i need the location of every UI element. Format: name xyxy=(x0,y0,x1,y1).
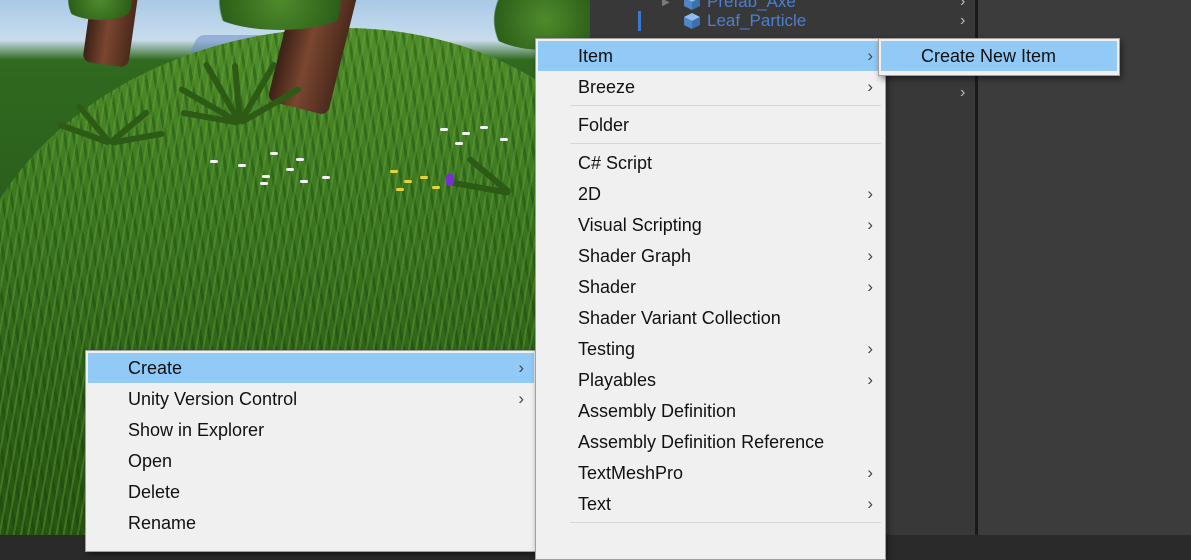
menu-item-label: C# Script xyxy=(578,153,653,173)
menu-item-label: Text xyxy=(578,494,612,514)
menu-item-label: Shader xyxy=(578,277,637,297)
chevron-right-icon[interactable]: › xyxy=(960,0,965,11)
create-submenu: Item › Breeze › Folder C# Script 2D › Vi… xyxy=(535,38,886,560)
menu-item-label: Item xyxy=(578,46,614,66)
menu-item-unity-version-control[interactable]: Unity Version Control › xyxy=(88,384,534,414)
expand-triangle-icon[interactable]: ▶ xyxy=(662,0,670,8)
menu-item-assembly-definition[interactable]: Assembly Definition xyxy=(538,396,883,426)
submenu-arrow-icon: › xyxy=(518,358,524,377)
menu-item-rename[interactable]: Rename xyxy=(88,508,534,538)
chevron-right-icon[interactable]: › xyxy=(960,12,965,30)
menu-item-label: Folder xyxy=(578,115,630,135)
menu-item-label: Delete xyxy=(128,482,181,502)
context-menu: Create › Unity Version Control › Show in… xyxy=(85,350,537,552)
submenu-arrow-icon: › xyxy=(867,246,873,265)
menu-item-folder[interactable]: Folder xyxy=(538,110,883,140)
submenu-arrow-icon: › xyxy=(867,277,873,296)
menu-item-label: Show in Explorer xyxy=(128,420,265,440)
submenu-arrow-icon: › xyxy=(518,389,524,408)
menu-item-text[interactable]: Text › xyxy=(538,489,883,519)
submenu-arrow-icon: › xyxy=(867,46,873,65)
menu-separator xyxy=(570,522,881,523)
menu-item-breeze[interactable]: Breeze › xyxy=(538,72,883,102)
menu-item-playables[interactable]: Playables › xyxy=(538,365,883,395)
chevron-right-icon[interactable]: › xyxy=(960,84,965,102)
menu-separator xyxy=(570,105,881,106)
menu-item-create-new-item[interactable]: Create New Item xyxy=(881,41,1117,71)
menu-item-label: Create xyxy=(128,358,183,378)
selection-bar xyxy=(638,11,641,31)
hierarchy-row-label: Leaf_Particle xyxy=(707,11,807,30)
menu-item-label: TextMeshPro xyxy=(578,463,684,483)
submenu-arrow-icon: › xyxy=(867,370,873,389)
item-submenu: Create New Item xyxy=(878,38,1120,76)
menu-item-label: Create New Item xyxy=(921,46,1057,66)
menu-item-label: Shader Graph xyxy=(578,246,692,266)
menu-item-open[interactable]: Open xyxy=(88,446,534,476)
menu-item-csharp-script[interactable]: C# Script xyxy=(538,148,883,178)
menu-item-delete[interactable]: Delete xyxy=(88,477,534,507)
flower-purple xyxy=(446,174,454,186)
menu-item-2d[interactable]: 2D › xyxy=(538,179,883,209)
menu-item-label: 2D xyxy=(578,184,602,204)
menu-item-show-in-explorer[interactable]: Show in Explorer xyxy=(88,415,534,445)
menu-item-shader-variant-collection[interactable]: Shader Variant Collection xyxy=(538,303,883,333)
submenu-arrow-icon: › xyxy=(867,184,873,203)
menu-item-label: Testing xyxy=(578,339,636,359)
menu-item-label: Playables xyxy=(578,370,657,390)
menu-item-shader[interactable]: Shader › xyxy=(538,272,883,302)
menu-item-label: Shader Variant Collection xyxy=(578,308,781,328)
menu-item-visual-scripting[interactable]: Visual Scripting › xyxy=(538,210,883,240)
submenu-arrow-icon: › xyxy=(867,494,873,513)
inspector-area xyxy=(978,0,1191,535)
menu-item-shader-graph[interactable]: Shader Graph › xyxy=(538,241,883,271)
menu-item-label: Assembly Definition xyxy=(578,401,737,421)
menu-item-item[interactable]: Item › xyxy=(538,41,883,71)
submenu-arrow-icon: › xyxy=(867,463,873,482)
menu-item-label: Visual Scripting xyxy=(578,215,702,235)
menu-item-label: Breeze xyxy=(578,77,636,97)
submenu-arrow-icon: › xyxy=(867,77,873,96)
submenu-arrow-icon: › xyxy=(867,215,873,234)
prefab-cube-icon xyxy=(684,13,700,29)
menu-item-testing[interactable]: Testing › xyxy=(538,334,883,364)
menu-item-label: Rename xyxy=(128,513,197,533)
menu-separator xyxy=(570,143,881,144)
menu-item-assembly-definition-reference[interactable]: Assembly Definition Reference xyxy=(538,427,883,457)
menu-item-create[interactable]: Create › xyxy=(88,353,534,383)
prefab-cube-icon xyxy=(684,0,700,10)
menu-item-label: Open xyxy=(128,451,173,471)
menu-item-label: Unity Version Control xyxy=(128,389,298,409)
submenu-arrow-icon: › xyxy=(867,339,873,358)
menu-item-label: Assembly Definition Reference xyxy=(578,432,825,452)
menu-item-textmeshpro[interactable]: TextMeshPro › xyxy=(538,458,883,488)
